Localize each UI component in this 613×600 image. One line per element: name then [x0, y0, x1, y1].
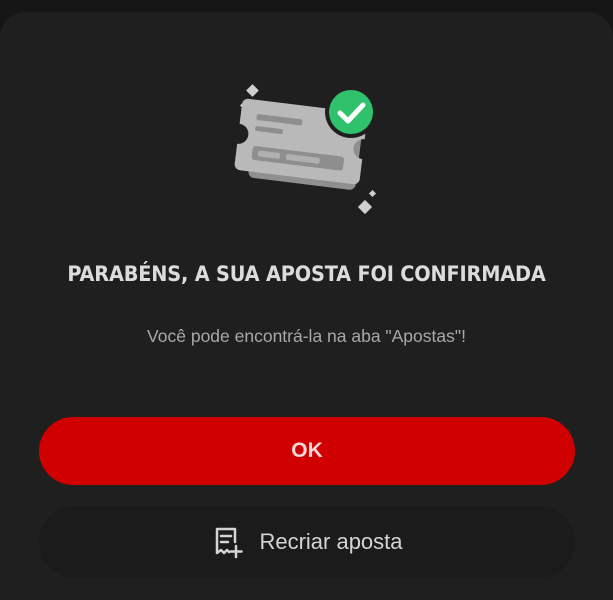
confirmed-ticket-icon: [230, 76, 390, 236]
confirmation-dialog: PARABÉNS, A SUA APOSTA FOI CONFIRMADA Vo…: [0, 12, 613, 600]
ok-button[interactable]: OK: [39, 417, 575, 485]
receipt-add-icon: [216, 527, 244, 559]
dialog-subtitle: Você pode encontrá-la na aba "Apostas"!: [147, 326, 466, 346]
ok-button-label: OK: [291, 439, 323, 462]
dialog-title: PARABÉNS, A SUA APOSTA FOI CONFIRMADA: [67, 262, 546, 286]
recreate-bet-button[interactable]: Recriar aposta: [39, 506, 575, 578]
recreate-bet-label: Recriar aposta: [259, 529, 403, 554]
